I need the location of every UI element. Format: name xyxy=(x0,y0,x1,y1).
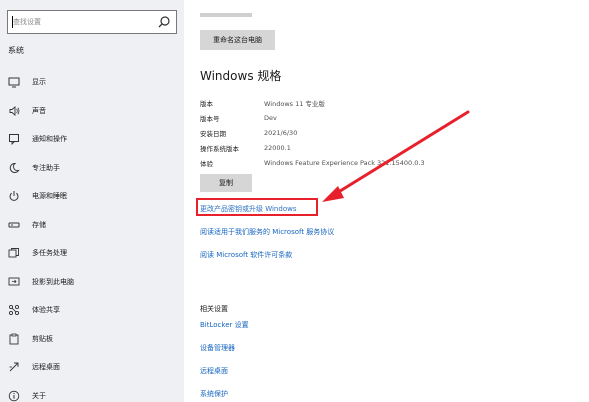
spec-row: 体验 Windows Feature Experience Pack 321.1… xyxy=(200,155,580,170)
copy-button[interactable]: 复制 xyxy=(200,174,252,192)
windows-spec-heading: Windows 规格 xyxy=(200,69,282,83)
sidebar-item-label: 显示 xyxy=(32,78,46,87)
sidebar-item-multitasking[interactable]: 多任务处理 xyxy=(0,239,184,268)
sidebar-item-shared-experiences[interactable]: 体验共享 xyxy=(0,296,184,325)
sidebar-item-about[interactable]: 关于 xyxy=(0,382,184,402)
sidebar-item-label: 电源和睡眠 xyxy=(32,192,67,201)
moon-icon xyxy=(8,162,20,174)
spec-key: 版本号 xyxy=(200,114,220,123)
spec-key: 体验 xyxy=(200,159,213,168)
sidebar-item-label: 声音 xyxy=(32,106,46,115)
spec-value: 22000.1 xyxy=(264,143,291,152)
search-box[interactable] xyxy=(7,10,177,34)
sidebar-item-focus-assist[interactable]: 专注助手 xyxy=(0,154,184,183)
sidebar-item-label: 存储 xyxy=(32,220,46,229)
section-title: 系统 xyxy=(8,46,24,55)
notification-icon xyxy=(8,133,20,146)
spec-row: 版本 Windows 11 专业版 xyxy=(200,95,580,110)
change-product-key-link[interactable]: 更改产品密钥或升级 Windows xyxy=(200,204,296,214)
spec-key: 操作系统版本 xyxy=(200,144,239,153)
main-content: 重命名这台电脑 Windows 规格 版本 Windows 11 专业版 版本号… xyxy=(184,0,589,402)
monitor-icon xyxy=(8,76,20,88)
remote-desktop-icon xyxy=(8,361,20,373)
speaker-icon xyxy=(8,105,20,117)
license-terms-link[interactable]: 阅读 Microsoft 软件许可条款 xyxy=(200,250,292,260)
sidebar-item-notifications[interactable]: 通知和操作 xyxy=(0,125,184,154)
sidebar-nav: 显示 声音 通知和操作 专注助手 电源和睡眠 存储 多任务处理 投影到此电脑 体… xyxy=(0,68,184,402)
spec-row: 版本号 Dev xyxy=(200,110,580,125)
device-manager-link[interactable]: 设备管理器 xyxy=(200,343,235,353)
sidebar-item-label: 通知和操作 xyxy=(32,135,67,144)
sidebar-item-label: 投影到此电脑 xyxy=(32,277,74,286)
power-icon xyxy=(8,190,20,202)
rename-pc-button[interactable]: 重命名这台电脑 xyxy=(200,30,275,50)
spec-value: Windows 11 专业版 xyxy=(264,99,325,108)
sidebar-item-label: 体验共享 xyxy=(32,306,60,315)
share-icon xyxy=(8,304,20,316)
device-name-placeholder xyxy=(200,13,252,17)
search-icon[interactable] xyxy=(157,15,171,29)
sidebar-item-label: 专注助手 xyxy=(32,163,60,172)
spec-row: 操作系统版本 22000.1 xyxy=(200,140,580,155)
sidebar-item-label: 多任务处理 xyxy=(32,249,67,258)
sidebar: 系统 显示 声音 通知和操作 专注助手 xyxy=(0,0,184,402)
sidebar-item-power-sleep[interactable]: 电源和睡眠 xyxy=(0,182,184,211)
system-protection-link[interactable]: 系统保护 xyxy=(200,389,228,399)
sidebar-item-clipboard[interactable]: 剪贴板 xyxy=(0,325,184,354)
spec-table: 版本 Windows 11 专业版 版本号 Dev 安装日期 2021/6/30… xyxy=(200,95,580,170)
sidebar-item-label: 远程桌面 xyxy=(32,363,60,372)
search-input[interactable] xyxy=(13,14,153,30)
sidebar-item-projection[interactable]: 投影到此电脑 xyxy=(0,268,184,297)
multitask-icon xyxy=(8,247,20,259)
services-agreement-link[interactable]: 阅读适用于我们服务的 Microsoft 服务协议 xyxy=(200,227,334,237)
spec-value: Windows Feature Experience Pack 321.1540… xyxy=(264,158,425,167)
storage-icon xyxy=(8,219,20,231)
sidebar-item-label: 关于 xyxy=(32,391,46,400)
related-settings-heading: 相关设置 xyxy=(200,305,228,313)
spec-row: 安装日期 2021/6/30 xyxy=(200,125,580,140)
sidebar-item-remote-desktop[interactable]: 远程桌面 xyxy=(0,353,184,382)
spec-value: 2021/6/30 xyxy=(264,128,298,137)
spec-key: 安装日期 xyxy=(200,129,226,138)
bitlocker-settings-link[interactable]: BitLocker 设置 xyxy=(200,320,249,330)
spec-key: 版本 xyxy=(200,99,213,108)
sidebar-item-label: 剪贴板 xyxy=(32,334,53,343)
info-icon xyxy=(8,390,20,402)
remote-desktop-link[interactable]: 远程桌面 xyxy=(200,366,228,376)
spec-value: Dev xyxy=(264,113,277,122)
sidebar-item-display[interactable]: 显示 xyxy=(0,68,184,97)
clipboard-icon xyxy=(8,333,20,345)
sidebar-item-sound[interactable]: 声音 xyxy=(0,97,184,126)
projection-icon xyxy=(8,276,20,288)
sidebar-item-storage[interactable]: 存储 xyxy=(0,211,184,240)
